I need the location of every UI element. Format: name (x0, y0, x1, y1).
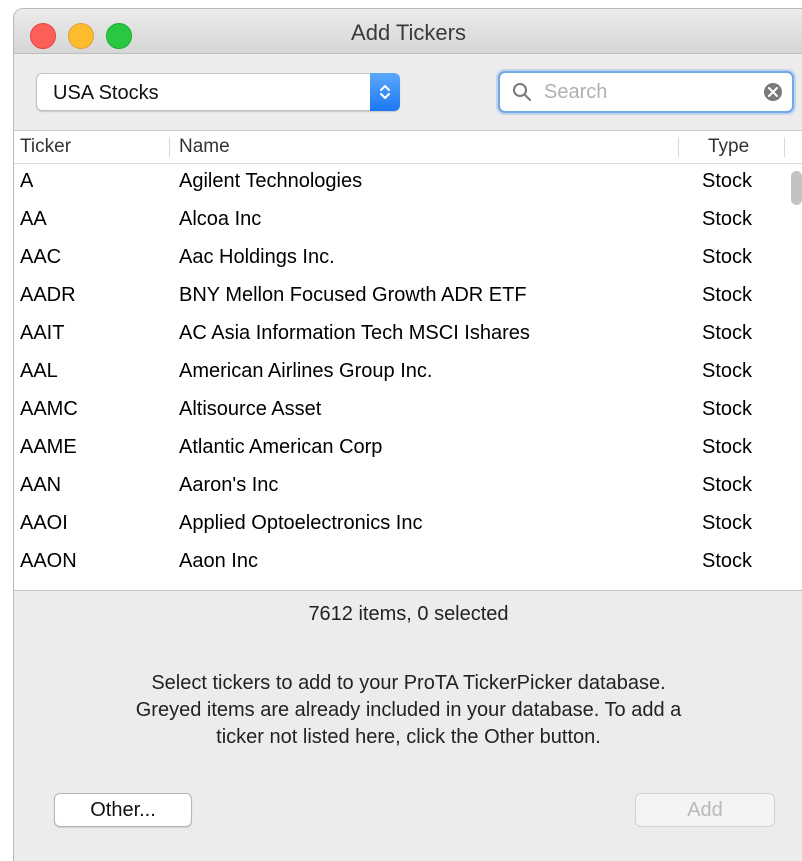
add-button[interactable]: Add (635, 793, 775, 827)
table-row[interactable]: AAOI Applied Optoelectronics Inc Stock (14, 505, 784, 543)
search-placeholder: Search (544, 81, 608, 103)
instructions-line: Select tickers to add to your ProTA Tick… (151, 672, 666, 694)
table-row[interactable]: AAIT AC Asia Information Tech MSCI Ishar… (14, 315, 784, 353)
search-field[interactable]: Search (498, 71, 794, 113)
ticker-cell: AAC (20, 246, 62, 268)
table-row[interactable]: AAMC Altisource Asset Stock (14, 391, 784, 429)
instructions-text: Select tickers to add to your ProTA Tick… (34, 670, 783, 751)
column-divider[interactable] (678, 137, 679, 157)
column-divider[interactable] (169, 137, 170, 157)
name-cell: American Airlines Group Inc. (179, 360, 433, 382)
table-row[interactable]: AAC Aac Holdings Inc. Stock (14, 239, 784, 277)
name-cell: Agilent Technologies (179, 170, 363, 192)
table-row[interactable]: A Agilent Technologies Stock (14, 163, 784, 201)
type-cell: Stock (702, 436, 753, 458)
name-cell: AC Asia Information Tech MSCI Ishares (179, 322, 530, 344)
search-icon (512, 82, 532, 107)
ticker-cell: AADR (20, 284, 76, 306)
type-cell: Stock (702, 208, 753, 230)
type-cell: Stock (702, 474, 753, 496)
name-cell: Aaron's Inc (179, 474, 279, 496)
type-cell: Stock (702, 398, 753, 420)
table-row[interactable]: AAN Aaron's Inc Stock (14, 467, 784, 505)
table-row[interactable]: AA Alcoa Inc Stock (14, 201, 784, 239)
vertical-scrollbar-thumb[interactable] (791, 171, 802, 205)
ticker-cell: AAON (20, 550, 77, 572)
type-cell: Stock (702, 512, 753, 534)
selection-status: 7612 items, 0 selected (308, 603, 509, 625)
name-cell: Atlantic American Corp (179, 436, 383, 458)
instructions-line: ticker not listed here, click the Other … (216, 726, 601, 748)
ticker-cell: AA (20, 208, 47, 230)
table-row[interactable]: AAL American Airlines Group Inc. Stock (14, 353, 784, 391)
clear-search-icon[interactable] (764, 83, 782, 101)
ticker-cell: AAME (20, 436, 77, 458)
type-cell: Stock (702, 170, 753, 192)
add-tickers-window: Add Tickers USA Stocks Search Ticker Nam… (13, 8, 802, 861)
market-select[interactable]: USA Stocks (36, 73, 400, 111)
name-cell: Aac Holdings Inc. (179, 246, 335, 268)
table-row[interactable]: AADR BNY Mellon Focused Growth ADR ETF S… (14, 277, 784, 315)
column-header-ticker[interactable]: Ticker (20, 136, 71, 158)
ticker-table[interactable]: Ticker Name Type A Agilent Technologies … (14, 130, 802, 591)
ticker-cell: A (20, 170, 34, 192)
name-cell: Altisource Asset (179, 398, 322, 420)
name-cell: Alcoa Inc (179, 208, 262, 230)
column-header-type[interactable]: Type (708, 136, 749, 158)
table-row[interactable]: AAME Atlantic American Corp Stock (14, 429, 784, 467)
type-cell: Stock (702, 322, 753, 344)
ticker-cell: AAN (20, 474, 62, 496)
table-row[interactable]: AAON Aaon Inc Stock (14, 543, 784, 581)
column-header-name[interactable]: Name (179, 136, 230, 158)
ticker-cell: AAL (20, 360, 58, 382)
other-button[interactable]: Other... (54, 793, 192, 827)
title-bar[interactable]: Add Tickers (14, 9, 802, 54)
type-cell: Stock (702, 284, 753, 306)
type-cell: Stock (702, 550, 753, 572)
name-cell: BNY Mellon Focused Growth ADR ETF (179, 284, 527, 306)
type-cell: Stock (702, 246, 753, 268)
name-cell: Aaon Inc (179, 550, 258, 572)
column-divider[interactable] (784, 137, 785, 157)
table-header: Ticker Name Type (14, 131, 802, 164)
ticker-cell: AAOI (20, 512, 68, 534)
market-select-value: USA Stocks (53, 82, 159, 104)
updown-arrows-icon (370, 73, 400, 111)
ticker-cell: AAMC (20, 398, 78, 420)
instructions-line: Greyed items are already included in you… (135, 699, 682, 721)
type-cell: Stock (702, 360, 753, 382)
ticker-cell: AAIT (20, 322, 65, 344)
name-cell: Applied Optoelectronics Inc (179, 512, 423, 534)
window-title: Add Tickers (351, 20, 466, 45)
